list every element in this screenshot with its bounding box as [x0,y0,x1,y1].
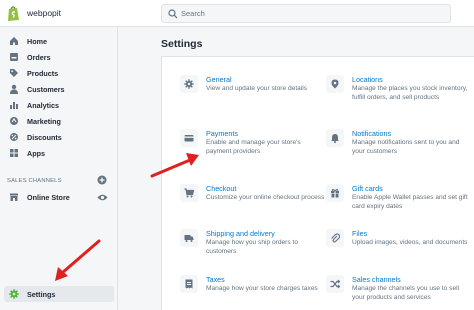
sidebar-item-products[interactable]: Products [0,66,118,81]
settings-tile-shipping[interactable]: Shipping and delivery Manage how you shi… [180,229,320,269]
tile-description: Enable Apple Wallet passes and set gift … [352,194,468,210]
tile-description: Manage the places you stock inventory, f… [352,85,468,101]
sidebar-item-label: Online Store [27,193,70,202]
tile-description: Upload images, videos, and documents [352,239,468,246]
sidebar-item-label: Settings [27,290,56,299]
tile-title[interactable]: General [206,75,232,84]
gear-icon [184,79,194,89]
sidebar-item-settings[interactable]: Settings [4,286,114,302]
search-input[interactable]: Search [161,4,451,23]
settings-tile-gift-cards[interactable]: Gift cards Enable Apple Wallet passes an… [326,184,468,224]
sidebar-item-orders[interactable]: Orders [0,50,118,65]
tile-title[interactable]: Checkout [206,184,236,193]
settings-tile-sales-channels[interactable]: Sales channels Manage the channels you u… [326,275,466,310]
sidebar-item-discounts[interactable]: Discounts [0,130,118,145]
tile-title[interactable]: Taxes [206,275,225,284]
tile-description: Customize your online checkout process [206,194,325,201]
shopify-logo-icon[interactable] [6,5,21,22]
sidebar-item-customers[interactable]: Customers [0,82,118,97]
tile-description: Manage notifications sent to you and you… [352,139,460,155]
settings-tile-taxes[interactable]: Taxes Manage how your store charges taxe… [180,275,320,310]
sidebar-item-label: Orders [27,53,51,62]
tag-icon [10,69,18,77]
gear-icon [9,289,19,299]
gift-icon [331,188,339,198]
tile-description: Manage the channels you use to sell your… [352,285,460,301]
settings-tile-locations[interactable]: Locations Manage the places you stock in… [326,75,467,115]
store-name[interactable]: webpopit [27,8,61,18]
apps-icon [10,149,18,157]
settings-tile-files[interactable]: Files Upload images, videos, and documen… [326,229,467,269]
store-icon [10,193,18,201]
search-icon [168,9,178,19]
sidebar-item-label: Marketing [27,117,61,126]
tile-title[interactable]: Shipping and delivery [206,229,275,238]
settings-tile-checkout[interactable]: Checkout Customize your online checkout … [180,184,324,224]
sidebar-item-apps[interactable]: Apps [0,146,118,161]
tile-title[interactable]: Sales channels [352,275,401,284]
payment-card-icon [184,135,194,142]
sales-channels-heading: SALES CHANNELS [7,178,62,184]
settings-tile-payments[interactable]: Payments Enable and manage your store's … [180,129,320,169]
tile-description: Manage how you ship orders to customers [206,239,299,255]
sidebar-item-analytics[interactable]: Analytics [0,98,118,113]
settings-card: General View and update your store detai… [161,56,474,310]
location-pin-icon [331,79,339,89]
search-placeholder: Search [181,9,205,18]
home-icon [10,37,18,45]
tile-title[interactable]: Notifications [352,129,391,138]
sidebar-item-label: Products [27,69,59,78]
tile-title[interactable]: Locations [352,75,383,84]
top-bar: webpopit Search [0,0,474,27]
bar-chart-icon [10,102,18,109]
sidebar: Home Orders Products Customers Analytics… [0,27,118,310]
marketing-icon [10,117,18,125]
sidebar-item-label: Apps [27,149,45,158]
tile-title[interactable]: Files [352,229,367,238]
page-title: Settings [161,38,203,50]
discount-icon [10,133,18,141]
truck-icon [184,235,194,242]
tile-description: Enable and manage your store's payment p… [206,139,301,155]
cart-icon [184,188,194,198]
sidebar-item-label: Customers [27,85,65,94]
shuffle-icon [330,279,340,289]
sidebar-item-marketing[interactable]: Marketing [0,114,118,129]
orders-icon [10,53,18,61]
receipt-icon [185,279,193,289]
settings-tile-general[interactable]: General View and update your store detai… [180,75,320,115]
bell-icon [331,134,339,143]
sidebar-item-home[interactable]: Home [0,34,118,49]
tile-description: Manage how your store charges taxes [206,285,318,292]
tile-title[interactable]: Gift cards [352,184,383,193]
settings-tile-notifications[interactable]: Notifications Manage notifications sent … [326,129,466,169]
tile-title[interactable]: Payments [206,129,238,138]
sidebar-item-label: Discounts [27,133,62,142]
sidebar-item-label: Home [27,37,47,46]
view-store-eye-icon[interactable] [97,193,108,202]
person-icon [10,84,18,94]
add-sales-channel-button[interactable] [97,175,107,185]
paperclip-icon [331,233,340,243]
tile-description: View and update your store details [206,85,308,92]
sidebar-item-label: Analytics [27,101,59,110]
